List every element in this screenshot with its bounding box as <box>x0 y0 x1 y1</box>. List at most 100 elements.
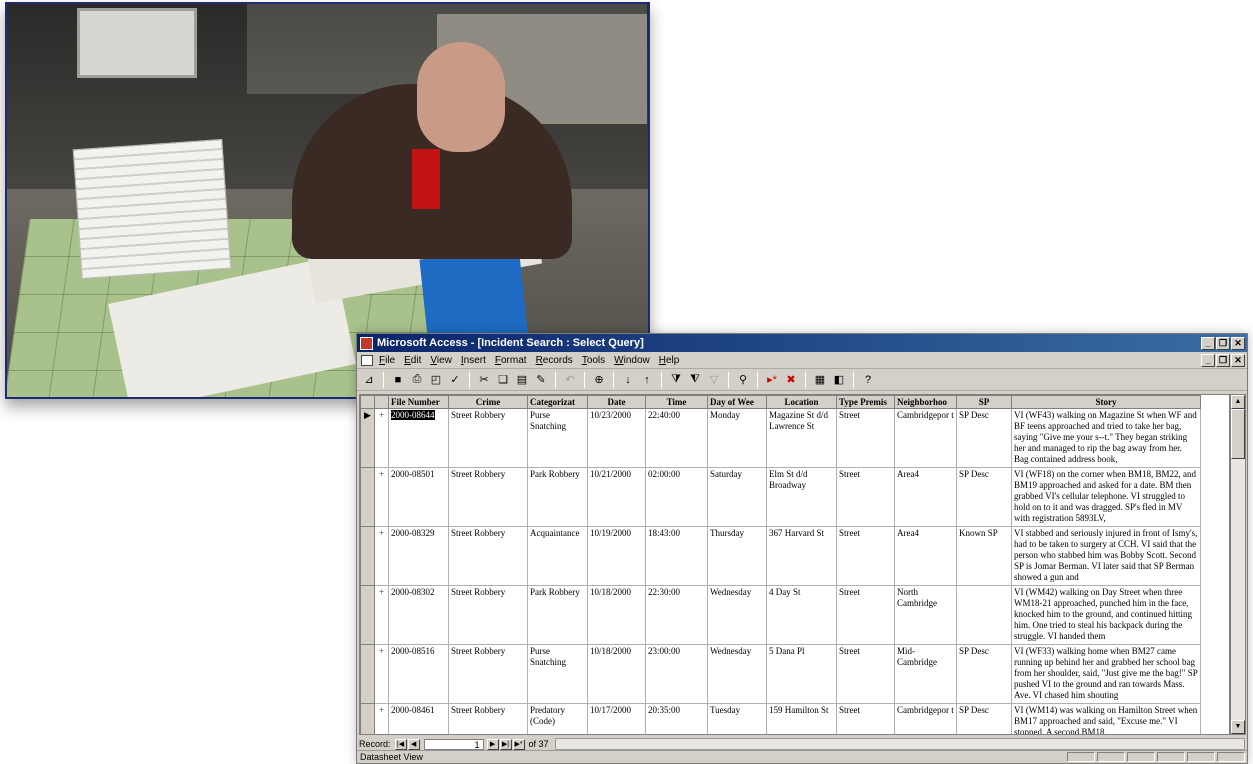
expand-icon[interactable]: + <box>374 703 389 734</box>
cell-sp[interactable] <box>956 585 1012 645</box>
cell-crime[interactable]: Street Robbery <box>448 585 528 645</box>
cell-story[interactable]: VI (WF43) walking on Magazine St when WF… <box>1011 408 1201 468</box>
cell-file-number[interactable]: 2000-08516 <box>388 644 449 704</box>
first-record-icon[interactable]: |◀ <box>394 738 407 750</box>
cell-neighborhood[interactable]: Mid-Cambridge <box>894 644 957 704</box>
cell-date[interactable]: 10/21/2000 <box>587 467 646 527</box>
last-record-icon[interactable]: ▶| <box>499 738 512 750</box>
record-number-input[interactable]: 1 <box>423 738 484 750</box>
cell-categorization[interactable]: Park Robbery <box>527 467 588 527</box>
next-record-icon[interactable]: ▶ <box>486 738 499 750</box>
cell-neighborhood[interactable]: Cambridgepor t <box>894 703 957 734</box>
menu-help[interactable]: Help <box>659 355 680 366</box>
column-header-sp[interactable]: SP <box>956 395 1012 409</box>
title-bar[interactable]: Microsoft Access - [Incident Search : Se… <box>357 334 1247 352</box>
table-row[interactable]: + 2000-08302 Street Robbery Park Robbery… <box>360 585 1201 645</box>
doc-restore-button[interactable]: ❐ <box>1216 353 1230 367</box>
cell-crime[interactable]: Street Robbery <box>448 644 528 704</box>
sort-ascending-icon[interactable]: ↓ <box>620 372 636 388</box>
cell-file-number[interactable]: 2000-08461 <box>388 703 449 734</box>
close-button[interactable]: ✕ <box>1231 336 1245 350</box>
cell-location[interactable]: 367 Harvard St <box>766 526 837 586</box>
cell-date[interactable]: 10/19/2000 <box>587 526 646 586</box>
column-header-neighborhood[interactable]: Neighborhoo <box>894 395 957 409</box>
cell-sp[interactable]: SP Desc <box>956 408 1012 468</box>
cell-premise[interactable]: Street <box>836 408 895 468</box>
column-header-categorization[interactable]: Categorizat <box>527 395 588 409</box>
view-icon[interactable]: ⊿ <box>361 372 377 388</box>
scroll-down-icon[interactable]: ▼ <box>1231 720 1245 734</box>
column-header-location[interactable]: Location <box>766 395 837 409</box>
new-record-icon[interactable]: ▸* <box>764 372 780 388</box>
previous-record-icon[interactable]: ◀ <box>407 738 420 750</box>
cell-sp[interactable]: Known SP <box>956 526 1012 586</box>
cell-day[interactable]: Wednesday <box>707 644 767 704</box>
save-icon[interactable]: ■ <box>390 372 406 388</box>
doc-minimize-button[interactable]: _ <box>1201 353 1215 367</box>
cell-location[interactable]: 5 Dana Pl <box>766 644 837 704</box>
cell-story[interactable]: VI (WM14) was walking on Hamilton Street… <box>1011 703 1201 734</box>
record-selector[interactable] <box>360 644 375 704</box>
apply-filter-icon[interactable]: ▽ <box>706 372 722 388</box>
current-record-selector[interactable]: ▶ <box>360 408 375 468</box>
menu-format[interactable]: Format <box>495 355 527 366</box>
table-row[interactable]: + 2000-08329 Street Robbery Acquaintance… <box>360 526 1201 586</box>
menu-file[interactable]: File <box>379 355 395 366</box>
scroll-up-icon[interactable]: ▲ <box>1231 395 1245 409</box>
cell-location[interactable]: 159 Hamilton St <box>766 703 837 734</box>
help-icon[interactable]: ? <box>860 372 876 388</box>
cut-icon[interactable]: ✂ <box>476 372 492 388</box>
cell-categorization[interactable]: Predatory (Code) <box>527 703 588 734</box>
cell-categorization[interactable]: Purse Snatching <box>527 644 588 704</box>
paste-icon[interactable]: ▤ <box>514 372 530 388</box>
cell-premise[interactable]: Street <box>836 703 895 734</box>
horizontal-scrollbar[interactable] <box>554 738 1245 750</box>
new-object-icon[interactable]: ◧ <box>831 372 847 388</box>
delete-record-icon[interactable]: ✖ <box>783 372 799 388</box>
cell-premise[interactable]: Street <box>836 644 895 704</box>
document-icon[interactable] <box>361 354 373 366</box>
cell-sp[interactable]: SP Desc <box>956 703 1012 734</box>
column-header-date[interactable]: Date <box>587 395 646 409</box>
table-row[interactable]: ▶ + 2000-08644 Street Robbery Purse Snat… <box>360 408 1201 468</box>
cell-neighborhood[interactable]: Cambridgepor t <box>894 408 957 468</box>
cell-day[interactable]: Saturday <box>707 467 767 527</box>
cell-location[interactable]: Magazine St d/d Lawrence St <box>766 408 837 468</box>
table-row[interactable]: + 2000-08461 Street Robbery Predatory (C… <box>360 703 1201 734</box>
print-icon[interactable]: ⎙ <box>409 372 425 388</box>
cell-categorization[interactable]: Purse Snatching <box>527 408 588 468</box>
cell-neighborhood[interactable]: North Cambridge <box>894 585 957 645</box>
cell-story[interactable]: VI (WF33) walking home when BM27 came ru… <box>1011 644 1201 704</box>
cell-date[interactable]: 10/17/2000 <box>587 703 646 734</box>
minimize-button[interactable]: _ <box>1201 336 1215 350</box>
cell-file-number[interactable]: 2000-08644 <box>388 408 449 468</box>
undo-icon[interactable]: ↶ <box>562 372 578 388</box>
cell-crime[interactable]: Street Robbery <box>448 703 528 734</box>
menu-tools[interactable]: Tools <box>582 355 605 366</box>
column-header-story[interactable]: Story <box>1011 395 1201 409</box>
cell-premise[interactable]: Street <box>836 585 895 645</box>
record-selector[interactable] <box>360 526 375 586</box>
column-header-type-premise[interactable]: Type Premis <box>836 395 895 409</box>
cell-crime[interactable]: Street Robbery <box>448 526 528 586</box>
cell-crime[interactable]: Street Robbery <box>448 408 528 468</box>
cell-time[interactable]: 22:40:00 <box>645 408 708 468</box>
menu-edit[interactable]: Edit <box>404 355 421 366</box>
restore-button[interactable]: ❐ <box>1216 336 1230 350</box>
cell-story[interactable]: VI stabbed and seriously injured in fron… <box>1011 526 1201 586</box>
expand-icon[interactable]: + <box>374 644 389 704</box>
cell-crime[interactable]: Street Robbery <box>448 467 528 527</box>
record-selector[interactable] <box>360 585 375 645</box>
column-header-crime[interactable]: Crime <box>448 395 528 409</box>
spelling-icon[interactable]: ✓ <box>447 372 463 388</box>
table-row[interactable]: + 2000-08501 Street Robbery Park Robbery… <box>360 467 1201 527</box>
cell-sp[interactable]: SP Desc <box>956 467 1012 527</box>
cell-story[interactable]: VI (WF18) on the corner when BM18, BM22,… <box>1011 467 1201 527</box>
expand-icon[interactable]: + <box>374 526 389 586</box>
expand-icon[interactable]: + <box>374 467 389 527</box>
menu-view[interactable]: View <box>430 355 452 366</box>
cell-premise[interactable]: Street <box>836 467 895 527</box>
cell-time[interactable]: 23:00:00 <box>645 644 708 704</box>
expand-icon[interactable]: + <box>374 408 389 468</box>
database-window-icon[interactable]: ▦ <box>812 372 828 388</box>
